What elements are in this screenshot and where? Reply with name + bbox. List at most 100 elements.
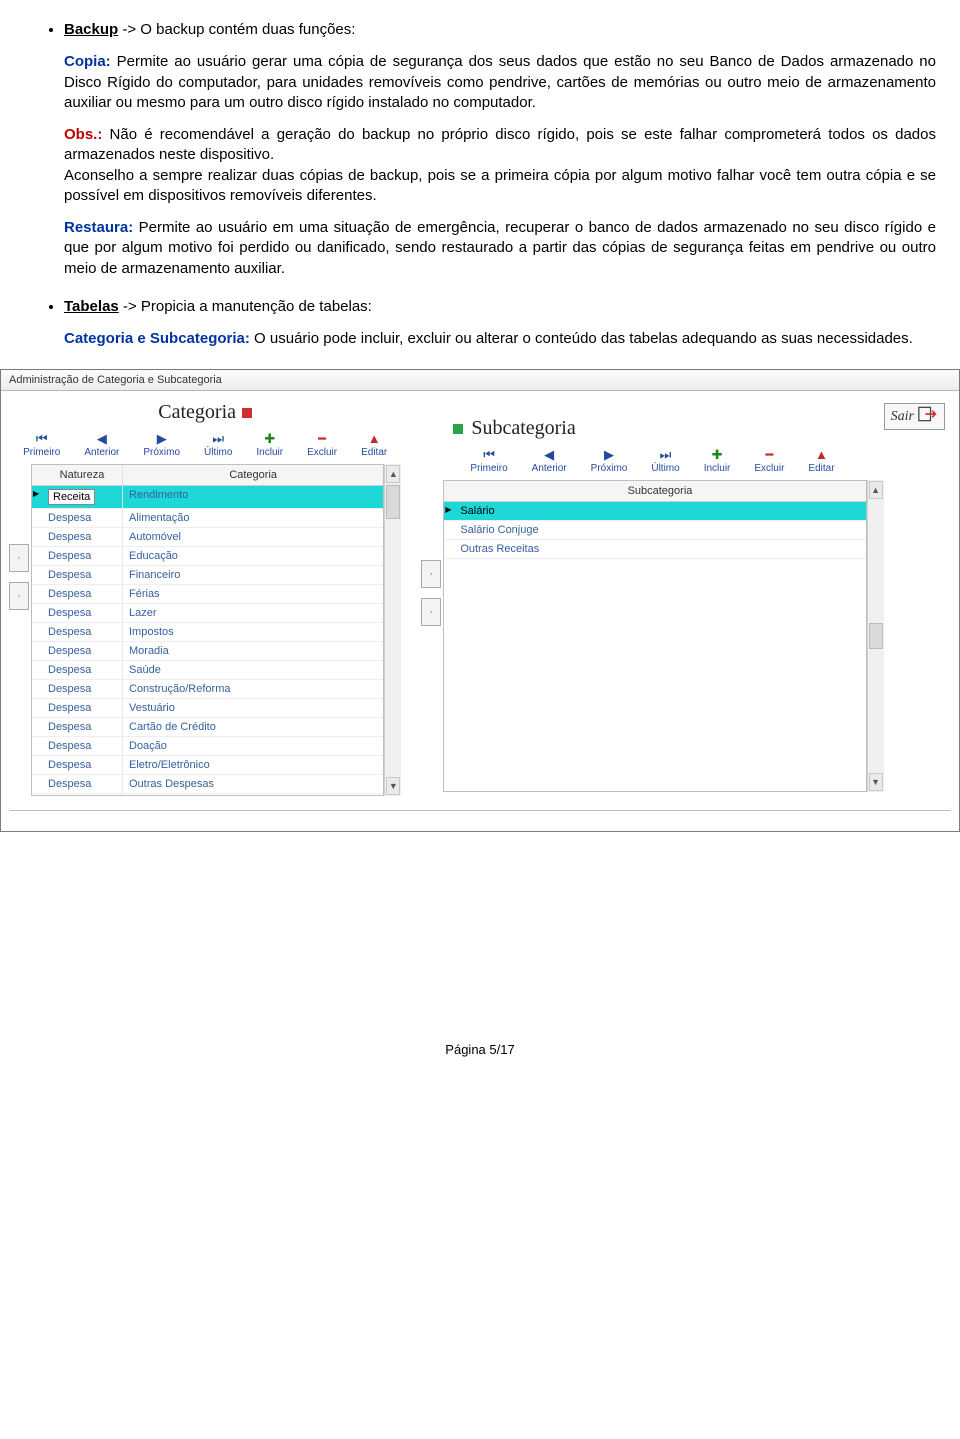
- col-categoria[interactable]: Categoria: [123, 465, 383, 485]
- table-row[interactable]: Salário: [444, 502, 865, 521]
- table-row[interactable]: ReceitaRendimento: [32, 486, 383, 509]
- doc-bullets: Backup -> O backup contém duas funções: …: [24, 20, 936, 349]
- table-row[interactable]: Salário Conjuge: [444, 521, 865, 540]
- subcategoria-title: Subcategoria: [471, 417, 575, 440]
- cat-subcat-text: O usuário pode incluir, excluir ou alter…: [250, 330, 913, 347]
- red-square-icon: [242, 408, 252, 418]
- toolbar2-anterior[interactable]: Anterior: [532, 448, 567, 474]
- side-up-button[interactable]: ·: [9, 544, 29, 572]
- table-row[interactable]: DespesaFinanceiro: [32, 566, 383, 585]
- table-row[interactable]: DespesaSaúde: [32, 661, 383, 680]
- categoria-grid[interactable]: Natureza Categoria ReceitaRendimentoDesp…: [31, 464, 384, 796]
- prev-icon: [544, 448, 554, 461]
- scroll-down-icon[interactable]: ▼: [386, 777, 400, 795]
- categoria-scrollbar[interactable]: ▲ ▼: [384, 464, 401, 796]
- categoria-pane: Categoria Primeiro Anterior Próximo Últi…: [9, 397, 411, 796]
- edit-icon: [368, 432, 381, 445]
- side-down-button[interactable]: ·: [9, 582, 29, 610]
- table-row[interactable]: DespesaPresentes: [32, 794, 383, 795]
- table-row[interactable]: DespesaAutomóvel: [32, 528, 383, 547]
- cat-subcat-label: Categoria e Subcategoria:: [64, 330, 250, 347]
- side-down-button-2[interactable]: ·: [421, 598, 441, 626]
- copia-text: Permite ao usuário gerar uma cópia de se…: [64, 53, 936, 111]
- toolbar-proximo[interactable]: Próximo: [143, 432, 180, 458]
- toolbar-primeiro[interactable]: Primeiro: [23, 432, 60, 458]
- toolbar2-excluir[interactable]: Excluir: [754, 448, 784, 474]
- last-icon: [660, 448, 672, 461]
- subcategoria-grid[interactable]: Subcategoria SalárioSalário ConjugeOutra…: [443, 480, 866, 792]
- restaura-text: Permite ao usuário em uma situação de em…: [64, 219, 936, 277]
- categoria-side-buttons: · ·: [9, 544, 29, 796]
- prev-icon: [97, 432, 107, 445]
- table-row[interactable]: DespesaEducação: [32, 547, 383, 566]
- toolbar-editar[interactable]: Editar: [361, 432, 387, 458]
- toolbar-incluir[interactable]: Incluir: [256, 432, 283, 458]
- toolbar-anterior[interactable]: Anterior: [84, 432, 119, 458]
- arrow: ->: [122, 21, 136, 38]
- scroll-down-icon[interactable]: ▼: [869, 773, 883, 791]
- categoria-grid-header: Natureza Categoria: [32, 465, 383, 486]
- table-row[interactable]: DespesaFérias: [32, 585, 383, 604]
- scroll-up-icon[interactable]: ▲: [869, 481, 883, 499]
- minus-icon: [318, 432, 326, 445]
- table-row[interactable]: DespesaCartão de Crédito: [32, 718, 383, 737]
- next-icon: [157, 432, 167, 445]
- toolbar-excluir[interactable]: Excluir: [307, 432, 337, 458]
- tabelas-title: Tabelas: [64, 298, 119, 315]
- table-row[interactable]: Outras Receitas: [444, 540, 865, 559]
- toolbar2-editar[interactable]: Editar: [808, 448, 834, 474]
- table-row[interactable]: DespesaMoradia: [32, 642, 383, 661]
- restaura-label: Restaura:: [64, 219, 133, 236]
- col-natureza[interactable]: Natureza: [42, 465, 123, 485]
- scroll-up-icon[interactable]: ▲: [386, 465, 400, 483]
- table-row[interactable]: DespesaOutras Despesas: [32, 775, 383, 794]
- plus-icon: [712, 448, 723, 461]
- backup-bullet: Backup -> O backup contém duas funções: …: [64, 20, 936, 279]
- plus-icon: [264, 432, 275, 445]
- tabelas-bullet: Tabelas -> Propicia a manutenção de tabe…: [64, 297, 936, 350]
- last-icon: [212, 432, 224, 445]
- subcategoria-scrollbar[interactable]: ▲ ▼: [867, 480, 884, 792]
- edit-icon: [815, 448, 828, 461]
- subcategoria-side-buttons: · ·: [421, 560, 441, 792]
- page-footer: Página 5/17: [24, 1042, 936, 1077]
- copia-label: Copia:: [64, 53, 111, 70]
- app-window: Administração de Categoria e Subcategori…: [0, 369, 960, 832]
- table-row[interactable]: DespesaDoação: [32, 737, 383, 756]
- exit-label: Sair: [891, 409, 914, 425]
- table-row[interactable]: DespesaImpostos: [32, 623, 383, 642]
- subcategoria-pane: Subcategoria Primeiro Anterior Próximo Ú…: [411, 397, 883, 792]
- toolbar2-ultimo[interactable]: Último: [651, 448, 679, 474]
- col-subcategoria[interactable]: Subcategoria: [454, 481, 865, 501]
- categoria-title: Categoria: [158, 401, 236, 424]
- subcategoria-toolbar: Primeiro Anterior Próximo Último Incluir…: [421, 448, 883, 474]
- table-row[interactable]: DespesaAlimentação: [32, 509, 383, 528]
- obs-text2: Aconselho a sempre realizar duas cópias …: [64, 167, 936, 204]
- first-icon: [36, 432, 48, 445]
- minus-icon: [765, 448, 773, 461]
- toolbar-ultimo[interactable]: Último: [204, 432, 232, 458]
- exit-button[interactable]: Sair: [884, 403, 945, 430]
- scroll-thumb[interactable]: [869, 623, 883, 649]
- toolbar2-primeiro[interactable]: Primeiro: [470, 448, 507, 474]
- scroll-thumb[interactable]: [386, 485, 400, 519]
- obs-label: Obs.:: [64, 126, 102, 143]
- toolbar2-incluir[interactable]: Incluir: [704, 448, 731, 474]
- toolbar2-proximo[interactable]: Próximo: [591, 448, 628, 474]
- tabelas-intro: Propicia a manutenção de tabelas:: [141, 298, 372, 315]
- subcategoria-grid-header: Subcategoria: [444, 481, 865, 502]
- table-row[interactable]: DespesaEletro/Eletrônico: [32, 756, 383, 775]
- first-icon: [483, 448, 495, 461]
- table-row[interactable]: DespesaLazer: [32, 604, 383, 623]
- next-icon: [604, 448, 614, 461]
- backup-title: Backup: [64, 21, 118, 38]
- side-up-button-2[interactable]: ·: [421, 560, 441, 588]
- table-row[interactable]: DespesaVestuário: [32, 699, 383, 718]
- window-title: Administração de Categoria e Subcategori…: [1, 370, 959, 391]
- table-row[interactable]: DespesaConstrução/Reforma: [32, 680, 383, 699]
- backup-intro: O backup contém duas funções:: [140, 21, 355, 38]
- obs-text: Não é recomendável a geração do backup n…: [64, 126, 936, 163]
- arrow2: ->: [123, 298, 137, 315]
- green-square-icon: [453, 424, 463, 434]
- categoria-toolbar: Primeiro Anterior Próximo Último Incluir…: [9, 432, 401, 458]
